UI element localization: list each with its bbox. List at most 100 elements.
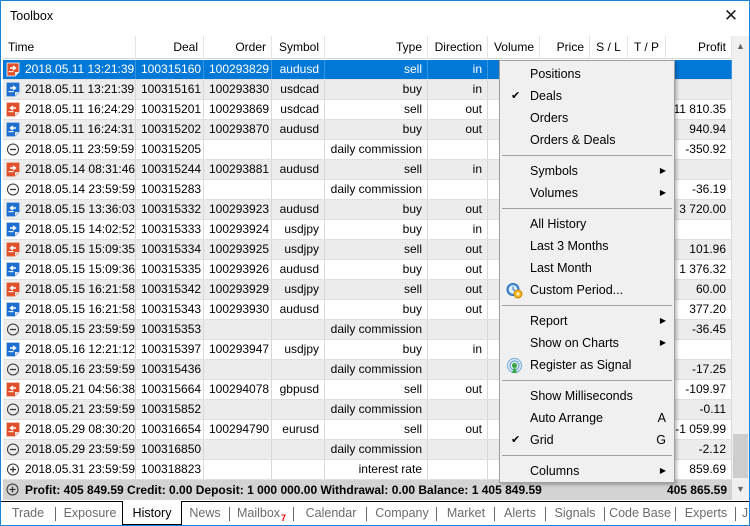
column-header-deal[interactable]: Deal <box>136 36 204 59</box>
cell-type: daily commission <box>325 320 428 339</box>
tab-code-base[interactable]: Code Base <box>608 503 672 525</box>
tab-history[interactable]: History <box>122 501 182 525</box>
tab-experts[interactable]: Experts <box>680 503 732 525</box>
column-header-symbol[interactable]: Symbol <box>272 36 325 59</box>
menu-item-report[interactable]: Report ▶ <box>502 310 672 332</box>
cell-profit: 940.94 <box>666 120 732 139</box>
tab-market[interactable]: Market <box>441 503 491 525</box>
tab-separator <box>545 507 546 521</box>
column-header-price[interactable]: Price <box>540 36 590 59</box>
column-header-volume[interactable]: Volume <box>488 36 540 59</box>
column-header-direction[interactable]: Direction <box>428 36 488 59</box>
column-header-profit[interactable]: Profit <box>666 36 732 59</box>
calendar-gear-icon <box>506 282 523 299</box>
scroll-down-icon[interactable]: ▼ <box>732 481 749 498</box>
cell-profit <box>666 160 732 179</box>
cell-symbol <box>272 320 325 339</box>
cell-time: 2018.05.11 16:24:31 <box>3 120 136 139</box>
commission-minus-icon <box>6 182 20 197</box>
tab-separator <box>229 507 230 521</box>
tab-company[interactable]: Company <box>371 503 433 525</box>
cell-type: sell <box>325 160 428 179</box>
menu-item-auto-arrange[interactable]: Auto Arrange A <box>502 407 672 429</box>
buy-in-icon <box>6 222 20 237</box>
menu-item-show-on-charts[interactable]: Show on Charts ▶ <box>502 332 672 354</box>
cell-order: 100293881 <box>204 160 272 179</box>
vertical-scrollbar[interactable]: ▲ ▼ <box>732 36 749 500</box>
cell-profit: -36.45 <box>666 320 732 339</box>
menu-item-deals[interactable]: ✔ Deals <box>502 85 672 107</box>
cell-direction: in <box>428 220 488 239</box>
cell-time: 2018.05.21 04:56:38 <box>3 380 136 399</box>
menu-item-columns[interactable]: Columns ▶ <box>502 460 672 482</box>
cell-order: 100293923 <box>204 200 272 219</box>
column-header-sl[interactable]: S / L <box>590 36 628 59</box>
tab-calendar[interactable]: Calendar <box>299 503 363 525</box>
cell-type: daily commission <box>325 360 428 379</box>
cell-direction: out <box>428 100 488 119</box>
scroll-up-icon[interactable]: ▲ <box>732 38 749 55</box>
menu-item-grid[interactable]: ✔ Grid G <box>502 429 672 451</box>
menu-item-positions[interactable]: Positions <box>502 63 672 85</box>
menu-item-volumes[interactable]: Volumes ▶ <box>502 182 672 204</box>
cell-time: 2018.05.14 23:59:59 <box>3 180 136 199</box>
cell-order <box>204 440 272 459</box>
menu-item-orders-deals[interactable]: Orders & Deals <box>502 129 672 151</box>
expand-plus-icon[interactable] <box>6 483 19 496</box>
sell-in-icon <box>6 162 20 177</box>
tab-news[interactable]: News <box>184 503 226 525</box>
cell-deal: 100316654 <box>136 420 204 439</box>
tab-label: History <box>132 506 172 520</box>
menu-item-label: Columns <box>530 464 580 478</box>
cell-time: 2018.05.15 15:09:36 <box>3 260 136 279</box>
cell-symbol: audusd <box>272 200 325 219</box>
menu-item-symbols[interactable]: Symbols ▶ <box>502 160 672 182</box>
tab-label: Trade <box>11 506 45 520</box>
cell-direction <box>428 180 488 199</box>
cell-symbol <box>272 180 325 199</box>
column-header-time[interactable]: Time <box>3 36 136 59</box>
menu-item-last-month[interactable]: Last Month <box>502 257 672 279</box>
column-header-type[interactable]: Type <box>325 36 428 59</box>
menu-item-last-3-months[interactable]: Last 3 Months <box>502 235 672 257</box>
cell-profit: -36.19 <box>666 180 732 199</box>
cell-direction <box>428 320 488 339</box>
tab-label: Market <box>446 506 486 520</box>
cell-profit <box>666 340 732 359</box>
menu-item-register-as-signal[interactable]: Register as Signal <box>502 354 672 376</box>
cell-deal: 100315161 <box>136 80 204 99</box>
tab-label: Exposure <box>63 506 117 520</box>
tab-alerts[interactable]: Alerts <box>498 503 542 525</box>
cell-symbol: audusd <box>272 160 325 179</box>
menu-item-all-history[interactable]: All History <box>502 213 672 235</box>
menu-item-show-milliseconds[interactable]: Show Milliseconds <box>502 385 672 407</box>
menu-separator <box>502 155 672 156</box>
close-button[interactable]: ✕ <box>719 5 743 29</box>
column-header-order[interactable]: Order <box>204 36 272 59</box>
cell-direction: in <box>428 60 488 79</box>
cell-time: 2018.05.11 23:59:59 <box>3 140 136 159</box>
tab-label: J <box>741 506 749 520</box>
menu-item-label: Auto Arrange <box>530 411 603 425</box>
tab-exposure[interactable]: Exposure <box>59 503 121 525</box>
tab-signals[interactable]: Signals <box>549 503 601 525</box>
tab-j[interactable]: J <box>739 503 750 525</box>
cell-time: 2018.05.15 14:02:52 <box>3 220 136 239</box>
scrollbar-thumb[interactable] <box>733 434 748 478</box>
cell-order: 100293870 <box>204 120 272 139</box>
menu-item-orders[interactable]: Orders <box>502 107 672 129</box>
cell-type: daily commission <box>325 440 428 459</box>
tab-bar: Trade Exposure History News Mailbox7 Calendar… <box>1 501 749 525</box>
cell-deal: 100315335 <box>136 260 204 279</box>
cell-deal: 100315333 <box>136 220 204 239</box>
cell-profit: -17.25 <box>666 360 732 379</box>
menu-item-custom-period[interactable]: Custom Period... <box>502 279 672 301</box>
cell-profit: 60.00 <box>666 280 732 299</box>
tab-mailbox[interactable]: Mailbox7 <box>233 503 290 525</box>
checkmark-icon: ✔ <box>511 434 521 446</box>
cell-time: 2018.05.11 16:24:29 <box>3 100 136 119</box>
window-title: Toolbox <box>10 9 54 23</box>
cell-deal: 100315664 <box>136 380 204 399</box>
tab-trade[interactable]: Trade <box>4 503 52 525</box>
column-header-tp[interactable]: T / P <box>628 36 666 59</box>
